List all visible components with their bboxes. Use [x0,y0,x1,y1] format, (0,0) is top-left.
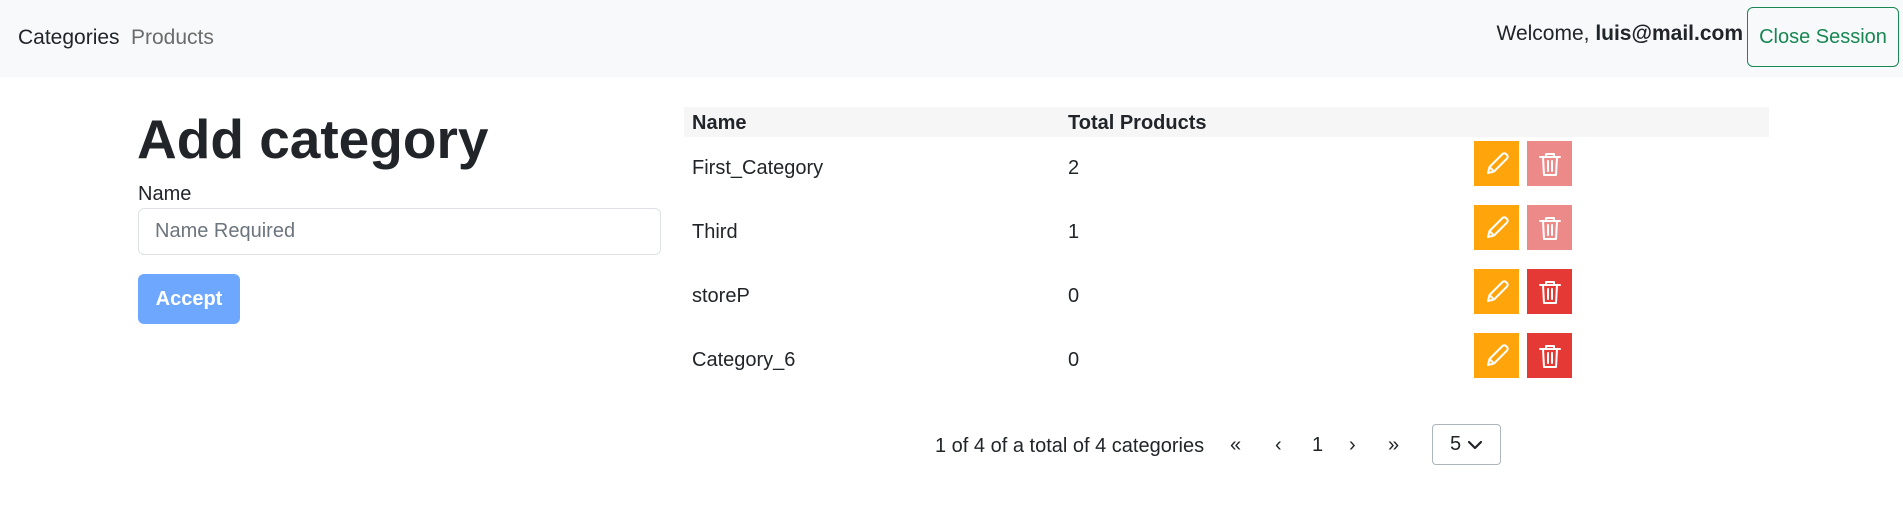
category-total-products: 2 [1068,157,1080,179]
pagination: 1 of 4 of a total of 4 categories « ‹ 1 … [0,424,1903,466]
delete-button [1527,205,1572,250]
category-total-products: 1 [1068,221,1080,243]
header-total-products: Total Products [1068,112,1207,134]
trash-icon [1538,216,1561,240]
edit-button[interactable] [1474,141,1519,186]
nav-link-products[interactable]: Products [131,25,214,51]
categories-table: Name Total Products First_Category 2 Third… [684,107,1769,393]
user-email: luis@mail.com [1595,22,1743,45]
pencil-icon [1486,279,1509,302]
trash-icon [1538,344,1561,368]
current-page[interactable]: 1 [1312,433,1323,457]
accept-button[interactable]: Accept [138,274,240,324]
welcome-prefix: Welcome, [1496,22,1596,45]
pencil-icon [1486,343,1509,366]
welcome-message: Welcome, luis@mail.com [1497,21,1744,47]
edit-button[interactable] [1474,269,1519,314]
category-name: Third [692,221,738,243]
category-name: storeP [692,285,750,307]
pagination-summary: 1 of 4 of a total of 4 categories [935,435,1205,457]
chevron-down-icon [1467,440,1483,449]
delete-button [1527,141,1572,186]
delete-button[interactable] [1527,269,1572,314]
pencil-icon [1486,215,1509,238]
delete-button[interactable] [1527,333,1572,378]
table-row: storeP 0 [684,265,1769,329]
category-name: Category_6 [692,349,796,371]
table-row: First_Category 2 [684,137,1769,201]
table-header: Name Total Products [684,107,1769,137]
trash-icon [1538,280,1561,304]
category-total-products: 0 [1068,349,1080,371]
page-title: Add category [137,108,489,170]
pencil-icon [1486,151,1509,174]
table-body: First_Category 2 Third 1 storeP 0 Category_6 0 [684,137,1769,393]
next-page-button[interactable]: › [1349,433,1356,457]
last-page-button[interactable]: » [1388,433,1399,457]
name-label: Name [138,183,192,205]
category-total-products: 0 [1068,285,1080,307]
edit-button[interactable] [1474,205,1519,250]
navbar: Categories Products Welcome, luis@mail.c… [0,0,1903,77]
edit-button[interactable] [1474,333,1519,378]
name-input[interactable] [138,208,661,255]
previous-page-button[interactable]: ‹ [1275,433,1282,457]
category-name: First_Category [692,157,824,179]
page-size-select[interactable]: 5 [1432,424,1501,465]
table-row: Category_6 0 [684,329,1769,393]
table-row: Third 1 [684,201,1769,265]
nav-link-categories[interactable]: Categories [18,25,120,51]
trash-icon [1538,152,1561,176]
page-size-value: 5 [1449,433,1462,455]
header-name: Name [692,112,747,134]
close-session-button[interactable]: Close Session [1747,7,1899,67]
first-page-button[interactable]: « [1230,433,1241,457]
